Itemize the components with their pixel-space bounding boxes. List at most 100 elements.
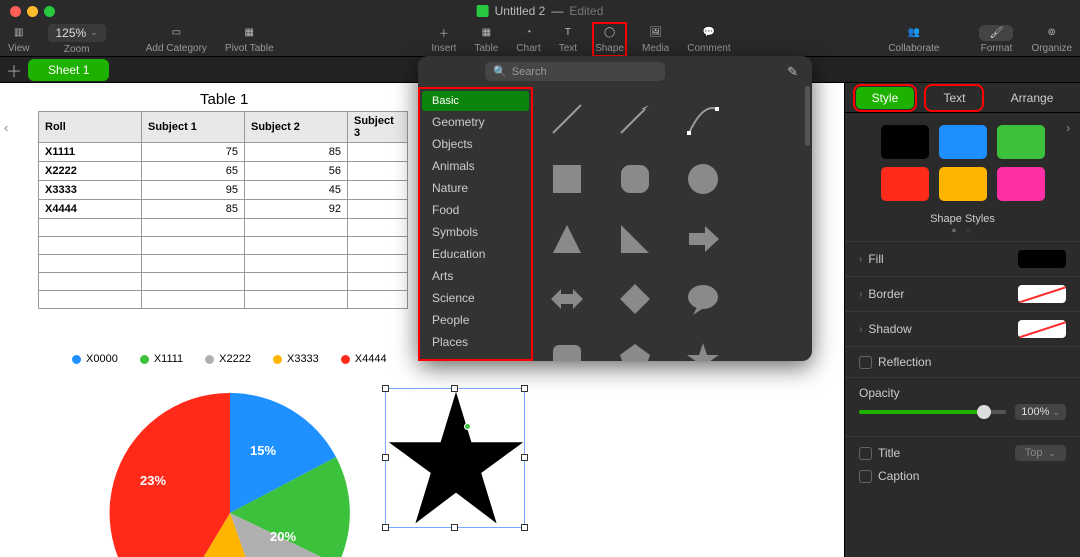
shape-category-item[interactable]: Arts [418,265,533,287]
styles-prev-button[interactable]: ‹ [4,120,14,135]
fullscreen-window-icon[interactable] [44,6,55,17]
zoom-button[interactable]: 125%⌄ Zoom [48,24,106,55]
style-swatch[interactable] [881,167,929,201]
media-button[interactable]: 🖼Media [642,25,669,54]
chart-button[interactable]: ◔Chart [516,25,540,54]
shadow-well[interactable] [1018,320,1066,338]
shape-category-item[interactable]: Activities [418,353,533,361]
tab-text[interactable]: Text [927,87,981,109]
table-title[interactable]: Table 1 [200,91,248,108]
reflection-checkbox[interactable] [859,356,872,369]
reflection-row[interactable]: Reflection [845,346,1080,377]
tab-arrange[interactable]: Arrange [995,87,1070,109]
table-header[interactable]: Roll [39,112,142,143]
shape-diamond[interactable] [611,275,659,323]
resize-handle[interactable] [382,454,389,461]
shape-grid [533,87,812,361]
shape-curve[interactable] [679,95,727,143]
border-well[interactable] [1018,285,1066,303]
shadow-row[interactable]: ›Shadow [845,311,1080,346]
opacity-value[interactable]: 100% ⌄ [1015,404,1066,420]
shape-speech-bubble[interactable] [679,275,727,323]
selected-star-shape[interactable] [385,388,525,528]
shape-arrow-right[interactable] [679,215,727,263]
title-row[interactable]: Title Top⌄ [845,436,1080,469]
resize-handle[interactable] [382,385,389,392]
insert-button[interactable]: ＋Insert [431,25,456,54]
resize-handle[interactable] [451,385,458,392]
resize-handle[interactable] [521,524,528,531]
style-swatch[interactable] [881,125,929,159]
table-header[interactable]: Subject 1 [142,112,245,143]
table-header[interactable]: Subject 2 [245,112,348,143]
title-position-select[interactable]: Top⌄ [1015,445,1066,461]
styles-next-button[interactable]: › [1066,120,1076,135]
style-swatch[interactable] [939,125,987,159]
minimize-window-icon[interactable] [27,6,38,17]
shape-line[interactable] [543,95,591,143]
shape-category-item[interactable]: Science [418,287,533,309]
tab-style[interactable]: Style [856,87,915,109]
format-icon: 🖌 [979,25,1013,41]
shape-category-item[interactable]: Symbols [418,221,533,243]
shape-arrow-both[interactable] [543,275,591,323]
format-button[interactable]: 🖌Format [979,25,1013,54]
resize-handle[interactable] [382,524,389,531]
shape-category-item[interactable]: Food [418,199,533,221]
opacity-slider[interactable] [859,410,1006,414]
table-header[interactable]: Subject 3 [348,112,408,143]
shape-category-item[interactable]: Animals [418,155,533,177]
shape-callout[interactable] [543,335,591,361]
shape-pentagon[interactable] [611,335,659,361]
shape-search-input[interactable]: 🔍 Search [485,62,665,81]
shape-category-item[interactable]: Nature [418,177,533,199]
shape-star[interactable] [679,335,727,361]
edit-shapes-button[interactable]: ✎ [787,64,798,80]
shape-category-item[interactable]: People [418,309,533,331]
shape-triangle[interactable] [543,215,591,263]
shape-square[interactable] [543,155,591,203]
title-checkbox[interactable] [859,447,872,460]
resize-handle[interactable] [451,524,458,531]
pie-label-red: 23% [140,473,166,488]
style-swatch[interactable] [997,167,1045,201]
slider-knob[interactable] [977,405,991,419]
page-dots[interactable]: ● ○ [845,225,1080,241]
resize-handle[interactable] [521,385,528,392]
shape-category-item[interactable]: Places [418,331,533,353]
shape-edit-handle[interactable] [464,423,471,430]
shape-circle[interactable] [679,155,727,203]
resize-handle[interactable] [521,454,528,461]
pie-chart[interactable]: 15% 20% 23% [100,383,360,557]
shape-category-item[interactable]: Basic [422,91,529,111]
text-button[interactable]: TText [559,25,577,54]
fill-well[interactable] [1018,250,1066,268]
pivot-table-button[interactable]: ▦ Pivot Table [225,25,274,54]
table-button[interactable]: ▦Table [474,25,498,54]
legend-dot [273,355,282,364]
data-table[interactable]: Roll Subject 1 Subject 2 Subject 3 X1111… [38,111,408,309]
shape-category-item[interactable]: Education [418,243,533,265]
border-row[interactable]: ›Border [845,276,1080,311]
style-swatch[interactable] [997,125,1045,159]
popover-scrollbar[interactable] [805,86,810,146]
caption-checkbox[interactable] [859,470,872,483]
fill-row[interactable]: ›Fill [845,241,1080,276]
shape-category-item[interactable]: Geometry [418,111,533,133]
shape-button[interactable]: ◯Shape [595,25,624,54]
shape-rounded-square[interactable] [611,155,659,203]
sheet-tab[interactable]: Sheet 1 [28,59,109,81]
add-category-button[interactable]: ▭ Add Category [146,25,207,54]
organize-button[interactable]: ⊚Organize [1031,25,1072,54]
close-window-icon[interactable] [10,6,21,17]
caption-row[interactable]: Caption [845,469,1080,491]
shape-arrow-line[interactable] [611,95,659,143]
style-swatch[interactable] [939,167,987,201]
collaborate-button[interactable]: 👥Collaborate [888,25,939,54]
shape-icon: ◯ [604,25,615,41]
shape-category-item[interactable]: Objects [418,133,533,155]
shape-right-triangle[interactable] [611,215,659,263]
comment-button[interactable]: 💬Comment [687,25,730,54]
view-button[interactable]: ▥ View [8,25,30,54]
add-sheet-button[interactable]: ＋ [6,58,22,82]
